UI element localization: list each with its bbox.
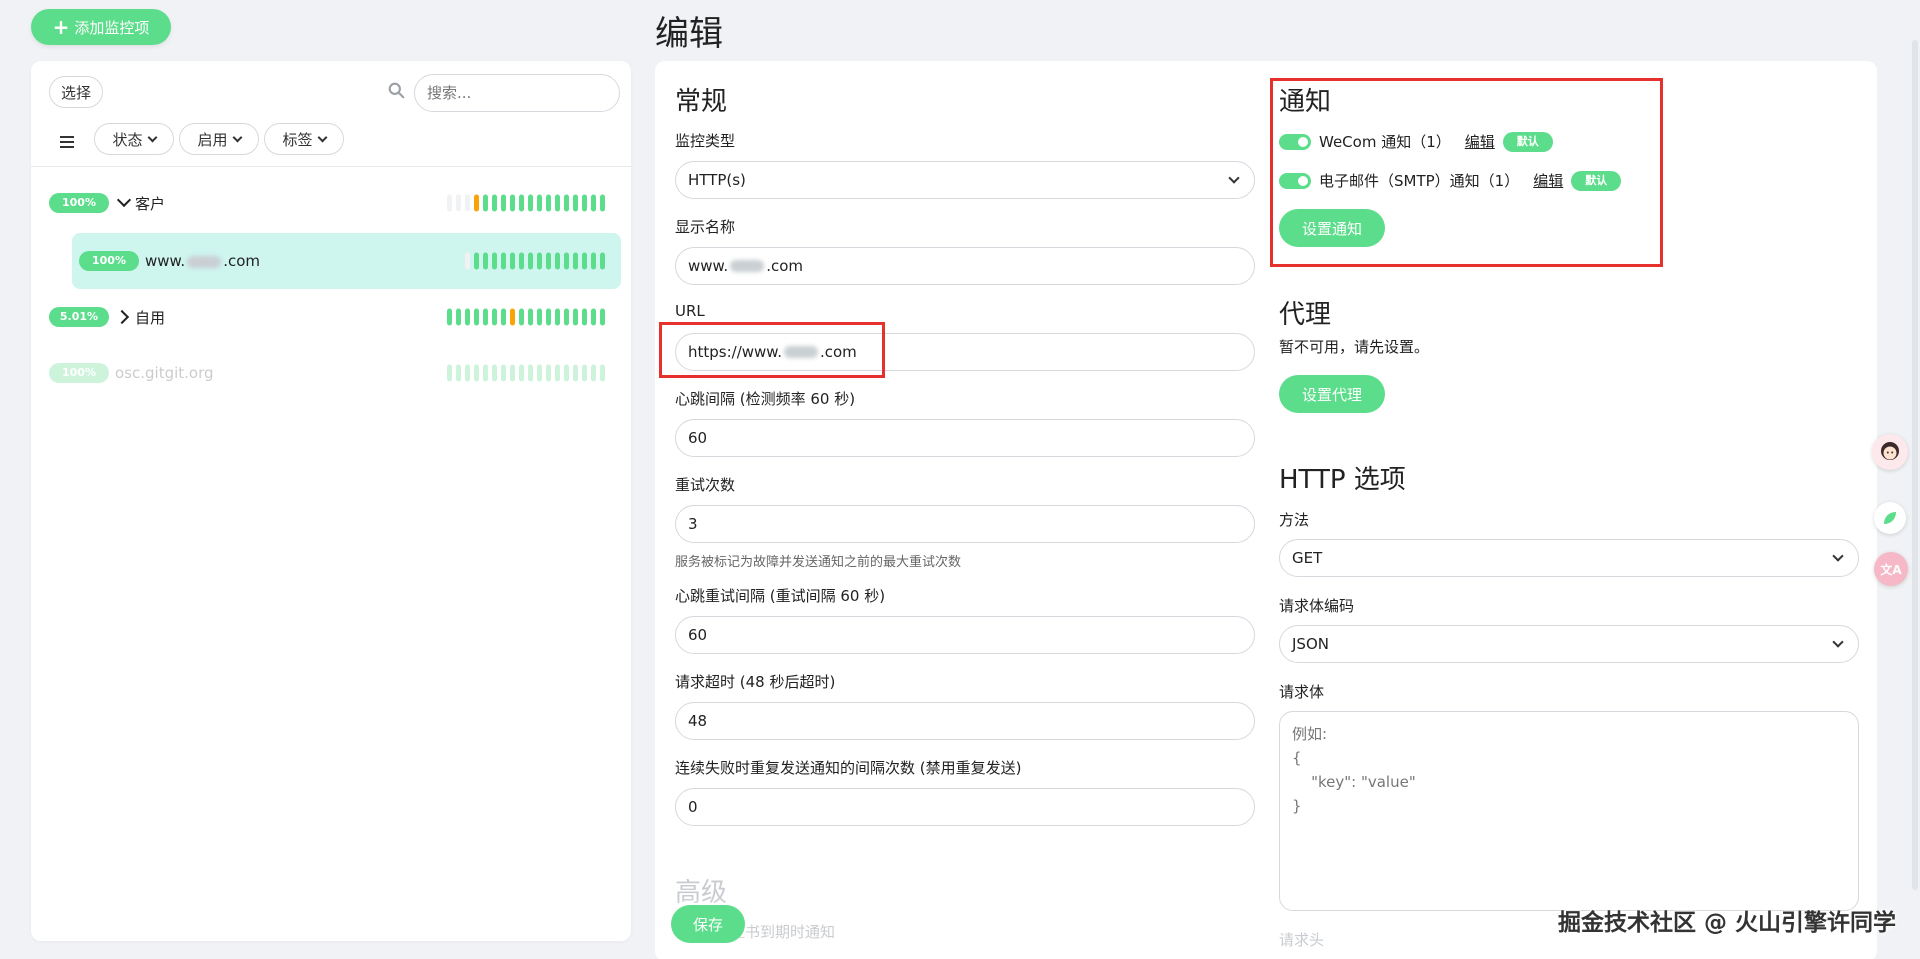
filter-tags[interactable]: 标签 <box>264 123 344 155</box>
retry-interval-value: 60 <box>688 626 708 644</box>
search-icon <box>388 82 405 99</box>
uptime-badge: 100% <box>49 193 109 213</box>
uptime-badge: 100% <box>79 251 139 271</box>
monitor-type-value: HTTP(s) <box>688 171 746 189</box>
filter-status-label: 状态 <box>112 130 143 149</box>
highlight-box-notifications <box>1270 78 1663 267</box>
retry-interval-input[interactable]: 60 <box>675 616 1255 654</box>
filter-tags-label: 标签 <box>282 130 313 149</box>
avatar[interactable] <box>1872 434 1908 470</box>
url-label: URL <box>675 302 705 320</box>
select-label: 选择 <box>60 83 91 102</box>
heartbeat-bar <box>447 308 605 326</box>
section-advanced-title: 高级 <box>675 878 728 908</box>
resend-input[interactable]: 0 <box>675 788 1255 826</box>
section-http-options-title: HTTP 选项 <box>1279 465 1406 495</box>
translate-icon[interactable]: 文A <box>1874 552 1908 586</box>
resend-value: 0 <box>688 798 698 816</box>
retries-help-text: 服务被标记为故障并发送通知之前的最大重试次数 <box>675 555 962 570</box>
display-name-label: 显示名称 <box>675 218 736 236</box>
interval-value: 60 <box>688 429 708 447</box>
timeout-input[interactable]: 48 <box>675 702 1255 740</box>
select-button[interactable]: 选择 <box>49 76 103 108</box>
monitor-name: www. .com <box>145 252 261 270</box>
section-general-title: 常规 <box>675 87 728 117</box>
highlight-box-url <box>659 322 885 378</box>
body-placeholder-line: 例如: <box>1292 725 1328 743</box>
interval-label: 心跳间隔 (检测频率 60 秒) <box>675 390 856 408</box>
filter-active[interactable]: 启用 <box>179 123 259 155</box>
filter-status[interactable]: 状态 <box>94 123 174 155</box>
chevron-down-icon <box>1832 636 1844 648</box>
heartbeat-bar <box>465 252 605 270</box>
body-encoding-select[interactable]: JSON <box>1279 625 1859 663</box>
retries-input[interactable]: 3 <box>675 505 1255 543</box>
save-label: 保存 <box>692 915 723 934</box>
heartbeat-bar <box>447 194 605 212</box>
timeout-label: 请求超时 (48 秒后超时) <box>675 673 836 691</box>
interval-input[interactable]: 60 <box>675 419 1255 457</box>
retries-value: 3 <box>688 515 698 533</box>
chevron-right-icon[interactable] <box>114 309 130 325</box>
body-encoding-label: 请求体编码 <box>1279 597 1355 615</box>
method-label: 方法 <box>1279 511 1310 529</box>
chevron-down-icon <box>147 132 157 142</box>
monitor-name: osc.gitgit.org <box>115 364 214 382</box>
monitor-type-label: 监控类型 <box>675 132 736 150</box>
display-name-input[interactable]: www. .com <box>675 247 1255 285</box>
uptime-badge: 100% <box>49 363 109 383</box>
menu-icon[interactable] <box>60 136 74 148</box>
chevron-down-icon[interactable] <box>116 192 132 208</box>
chevron-down-icon <box>1228 172 1240 184</box>
monitor-list-panel: 选择 状态 启用 标签 100% 客户 100% www..com <box>31 61 631 941</box>
monitor-group-row[interactable]: 5.01% 自用 <box>49 289 621 345</box>
watermark: 掘金技术社区 @ 火山引擎许同学 <box>1557 910 1896 936</box>
body-textarea[interactable]: 例如: { "key": "value" } <box>1279 711 1859 911</box>
edit-form-panel: 常规 监控类型 HTTP(s) 显示名称 www. .com URL https:… <box>655 61 1877 959</box>
redacted-blur <box>730 260 765 272</box>
monitor-group-row[interactable]: 100% 客户 <box>49 175 621 231</box>
method-value: GET <box>1292 549 1323 567</box>
setup-proxy-button[interactable]: 设置代理 <box>1279 375 1385 413</box>
advanced-cert-expiry-label: 证书到期时通知 <box>730 923 836 941</box>
save-button[interactable]: 保存 <box>671 905 745 943</box>
list-toolbar: 选择 状态 启用 标签 <box>31 61 631 167</box>
heartbeat-bar <box>447 364 605 382</box>
chevron-down-icon <box>232 132 242 142</box>
search-input[interactable] <box>414 74 620 112</box>
retries-label: 重试次数 <box>675 476 736 494</box>
setup-proxy-label: 设置代理 <box>1301 385 1362 404</box>
plus-icon: + <box>52 15 70 39</box>
body-encoding-value: JSON <box>1292 635 1329 653</box>
monitor-type-select[interactable]: HTTP(s) <box>675 161 1255 199</box>
filter-active-label: 启用 <box>197 130 228 149</box>
group-name: 自用 <box>135 308 166 327</box>
group-name: 客户 <box>135 194 166 213</box>
monitor-row-selected[interactable]: 100% www. .com <box>72 233 621 289</box>
add-monitor-button[interactable]: + 添加监控项 <box>31 9 171 45</box>
timeout-value: 48 <box>688 712 708 730</box>
add-monitor-label: 添加监控项 <box>74 18 150 37</box>
page-title: 编辑 <box>655 14 723 54</box>
chevron-down-icon <box>317 132 327 142</box>
section-proxy-title: 代理 <box>1279 300 1332 330</box>
body-label: 请求体 <box>1279 683 1325 701</box>
monitor-row-paused[interactable]: 100% osc.gitgit.org <box>49 345 621 401</box>
retry-interval-label: 心跳重试间隔 (重试间隔 60 秒) <box>675 587 886 605</box>
resend-label: 连续失败时重复发送通知的间隔次数 (禁用重复发送) <box>675 759 1022 777</box>
body-placeholder-line: { <box>1292 749 1302 767</box>
chevron-down-icon <box>1832 550 1844 562</box>
headers-label: 请求头 <box>1279 931 1325 949</box>
body-placeholder-line: } <box>1292 797 1302 815</box>
scrollbar[interactable] <box>1912 40 1918 890</box>
proxy-note: 暂不可用，请先设置。 <box>1279 338 1430 356</box>
redacted-blur <box>187 255 222 268</box>
body-placeholder-line: "key": "value" <box>1292 773 1416 791</box>
uptime-badge: 5.01% <box>49 307 109 327</box>
leaf-icon[interactable] <box>1874 502 1906 534</box>
avatar-icon <box>1881 442 1899 460</box>
method-select[interactable]: GET <box>1279 539 1859 577</box>
